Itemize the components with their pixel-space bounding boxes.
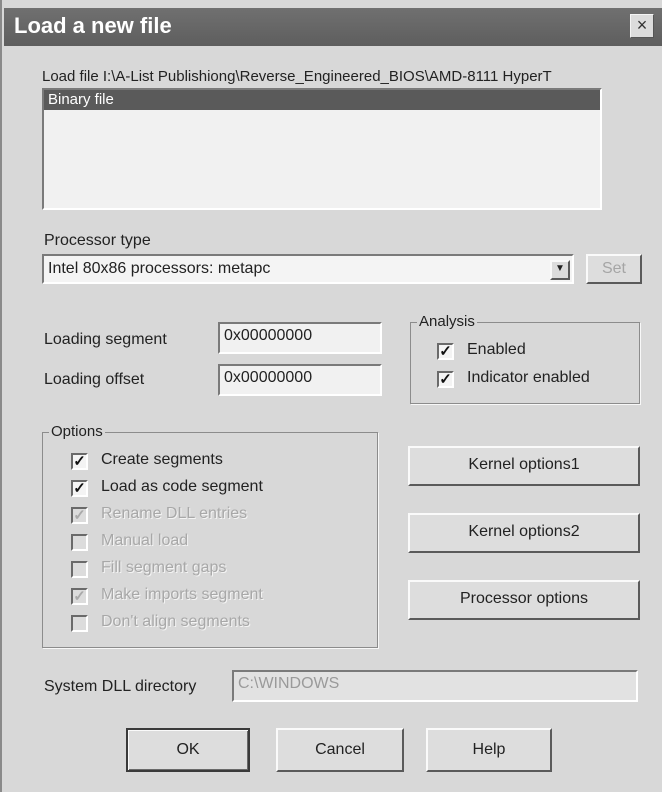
title-bar[interactable]: Load a new file × — [4, 8, 662, 46]
indicator-enabled-label: Indicator enabled — [467, 369, 590, 386]
processor-type-value: Intel 80x86 processors: metapc — [48, 260, 271, 277]
system-dll-directory-input[interactable]: C:\WINDOWS — [232, 670, 638, 702]
loading-offset-input[interactable]: 0x00000000 — [218, 364, 382, 396]
close-icon[interactable]: × — [630, 14, 654, 38]
load-file-path: Load file I:\A-List Publishiong\Reverse_… — [42, 68, 552, 85]
cancel-button[interactable]: Cancel — [276, 728, 404, 772]
create-segments-checkbox[interactable]: ✓ — [71, 453, 88, 470]
system-dll-directory-value: C:\WINDOWS — [238, 675, 340, 692]
fill-segment-gaps-label: Fill segment gaps — [101, 559, 227, 576]
rename-dll-entries-label: Rename DLL entries — [101, 505, 248, 522]
create-segments-label: Create segments — [101, 451, 223, 468]
loading-segment-input[interactable]: 0x00000000 — [218, 322, 382, 354]
load-file-dialog: Load a new file × Load file I:\A-List Pu… — [0, 0, 662, 792]
analysis-group: Analysis ✓ Enabled ✓ Indicator enabled — [410, 313, 640, 404]
processor-options-label: Processor options — [459, 590, 589, 607]
manual-load-checkbox[interactable] — [71, 534, 88, 551]
options-group: Options ✓ Create segments ✓ Load as code… — [42, 423, 378, 648]
load-as-code-segment-checkbox[interactable]: ✓ — [71, 480, 88, 497]
processor-type-label: Processor type — [44, 232, 151, 249]
kernel-options1-button[interactable]: Kernel options1 — [408, 446, 640, 486]
processor-type-select[interactable]: Intel 80x86 processors: metapc ▼ — [42, 254, 574, 284]
help-button[interactable]: Help — [426, 728, 552, 772]
loading-offset-label: Loading offset — [44, 371, 145, 388]
chevron-down-icon[interactable]: ▼ — [550, 260, 570, 280]
kernel-options2-button[interactable]: Kernel options2 — [408, 513, 640, 553]
kernel-options1-label: Kernel options1 — [468, 456, 580, 473]
manual-load-label: Manual load — [101, 532, 189, 549]
make-imports-segment-checkbox[interactable]: ✓ — [71, 588, 88, 605]
cancel-label: Cancel — [315, 741, 365, 758]
dialog-title: Load a new file — [14, 13, 172, 38]
make-imports-segment-label: Make imports segment — [101, 586, 263, 603]
processor-options-button[interactable]: Processor options — [408, 580, 640, 620]
enabled-checkbox[interactable]: ✓ — [437, 343, 454, 360]
loading-segment-label: Loading segment — [44, 331, 167, 348]
file-type-listbox[interactable]: Binary file — [42, 88, 602, 210]
loading-segment-value: 0x00000000 — [224, 327, 313, 344]
kernel-options2-label: Kernel options2 — [468, 523, 580, 540]
enabled-label: Enabled — [467, 341, 526, 358]
loading-offset-value: 0x00000000 — [224, 369, 313, 386]
fill-segment-gaps-checkbox[interactable] — [71, 561, 88, 578]
list-item-binary-file[interactable]: Binary file — [44, 90, 600, 110]
indicator-enabled-checkbox[interactable]: ✓ — [437, 371, 454, 388]
load-as-code-segment-label: Load as code segment — [101, 478, 263, 495]
set-button[interactable]: Set — [586, 254, 642, 284]
dont-align-segments-checkbox[interactable] — [71, 615, 88, 632]
ok-label: OK — [176, 741, 200, 758]
analysis-group-title: Analysis — [417, 313, 477, 330]
dont-align-segments-label: Don't align segments — [101, 613, 250, 630]
system-dll-directory-label: System DLL directory — [44, 678, 197, 695]
help-label: Help — [472, 741, 506, 758]
rename-dll-entries-checkbox[interactable]: ✓ — [71, 507, 88, 524]
ok-button[interactable]: OK — [126, 728, 250, 772]
options-group-title: Options — [49, 423, 105, 440]
